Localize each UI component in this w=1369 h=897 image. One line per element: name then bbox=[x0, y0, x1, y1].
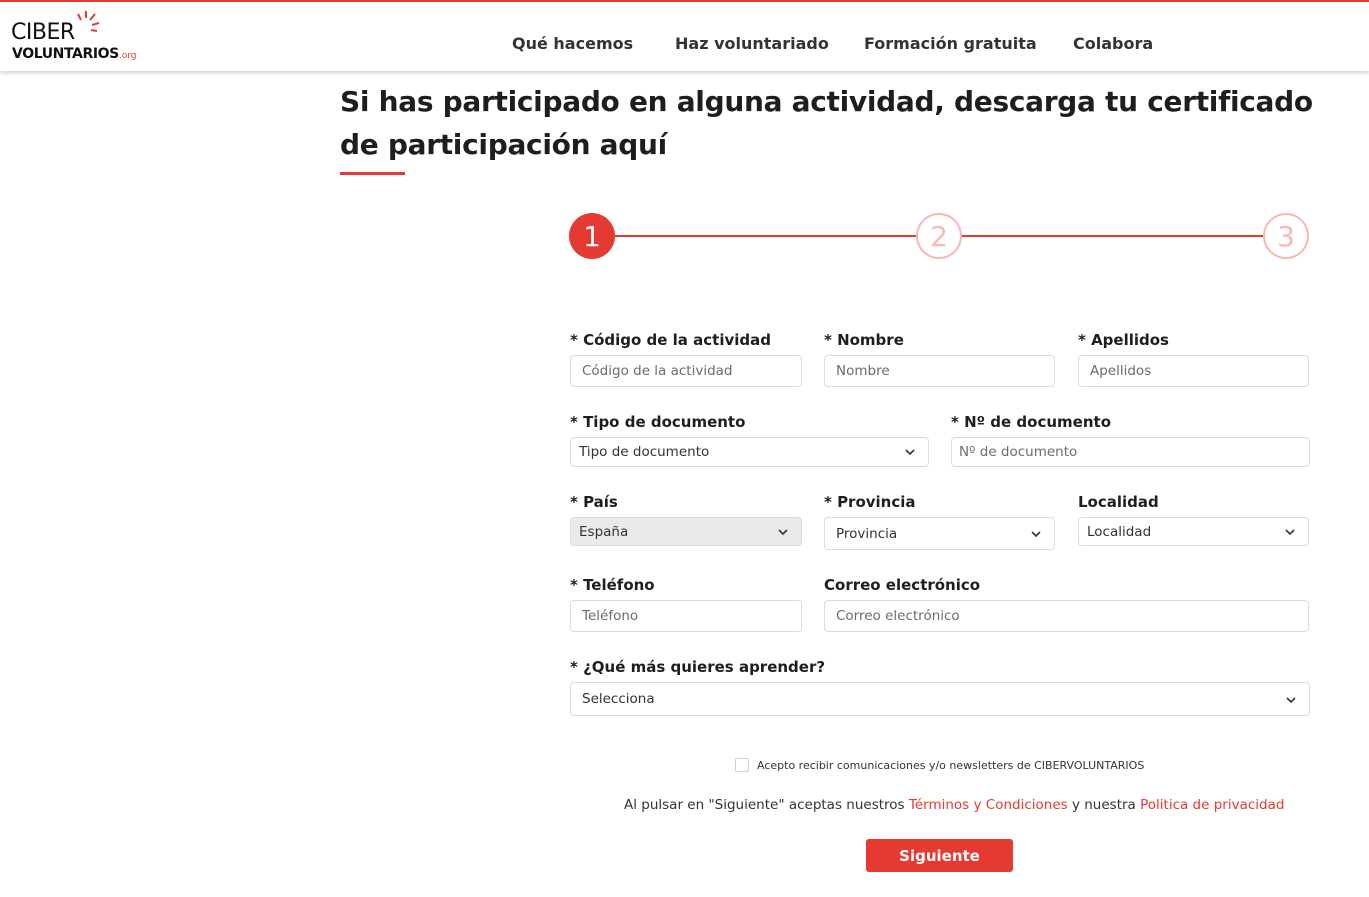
codigo-label: * Código de la actividad bbox=[570, 331, 771, 349]
privacy-link[interactable]: Politica de privacidad bbox=[1140, 797, 1284, 813]
siguiente-button[interactable]: Siguiente bbox=[866, 839, 1013, 872]
terms-middle: y nuestra bbox=[1067, 797, 1141, 813]
nav-haz-voluntariado[interactable]: Haz voluntariado bbox=[675, 34, 829, 53]
num-documento-input[interactable] bbox=[959, 444, 1309, 460]
correo-field[interactable] bbox=[824, 600, 1309, 632]
telefono-input[interactable] bbox=[582, 608, 801, 624]
tipo-documento-select[interactable]: Tipo de documento bbox=[570, 437, 929, 467]
step-2-indicator: 2 bbox=[916, 213, 962, 259]
codigo-field[interactable] bbox=[570, 355, 802, 387]
logo-text-top: CIBER bbox=[11, 20, 75, 45]
chevron-down-icon bbox=[778, 529, 788, 536]
aprender-select[interactable]: Selecciona bbox=[570, 682, 1310, 716]
num-documento-label: * Nº de documento bbox=[951, 413, 1112, 431]
num-documento-field[interactable] bbox=[951, 437, 1310, 467]
correo-input[interactable] bbox=[836, 608, 1308, 624]
pais-select[interactable]: España bbox=[570, 517, 802, 546]
nombre-input[interactable] bbox=[836, 363, 1054, 379]
tipo-documento-value: Tipo de documento bbox=[579, 444, 710, 460]
codigo-input[interactable] bbox=[582, 363, 801, 379]
step-3-indicator: 3 bbox=[1263, 213, 1309, 259]
correo-label: Correo electrónico bbox=[824, 576, 981, 594]
sparkle-rays-icon bbox=[77, 11, 100, 32]
tipo-documento-label: * Tipo de documento bbox=[570, 413, 746, 431]
newsletter-consent: Acepto recibir comunicaciones y/o newsle… bbox=[735, 758, 1144, 772]
nav-formacion-gratuita[interactable]: Formación gratuita bbox=[864, 34, 1037, 53]
provincia-select[interactable]: Provincia bbox=[824, 517, 1055, 550]
localidad-value: Localidad bbox=[1087, 523, 1152, 540]
chevron-down-icon bbox=[905, 449, 915, 456]
logo-text-bottom: VOLUNTARIOS.org bbox=[12, 46, 137, 62]
telefono-label: * Teléfono bbox=[570, 576, 655, 594]
aprender-label: * ¿Qué más quieres aprender? bbox=[570, 658, 826, 676]
newsletter-label: Acepto recibir comunicaciones y/o newsle… bbox=[757, 758, 1145, 772]
telefono-field[interactable] bbox=[570, 600, 802, 632]
newsletter-checkbox[interactable] bbox=[735, 758, 749, 772]
nav-que-hacemos[interactable]: Qué hacemos bbox=[512, 34, 633, 53]
aprender-value: Selecciona bbox=[582, 691, 655, 707]
localidad-label: Localidad bbox=[1078, 493, 1159, 511]
chevron-down-icon bbox=[1285, 529, 1295, 536]
nombre-label: * Nombre bbox=[824, 331, 904, 349]
nav-colabora[interactable]: Colabora bbox=[1073, 34, 1153, 53]
apellidos-label: * Apellidos bbox=[1078, 331, 1169, 349]
terms-link[interactable]: Términos y Condiciones bbox=[909, 797, 1068, 813]
step-1-indicator: 1 bbox=[569, 213, 615, 259]
title-underline bbox=[340, 172, 405, 175]
logo-org-suffix: .org bbox=[118, 51, 137, 61]
pais-label: * País bbox=[570, 493, 618, 511]
terms-notice: Al pulsar en "Siguiente" aceptas nuestro… bbox=[624, 797, 1284, 813]
stepper-connector-1 bbox=[614, 235, 918, 237]
apellidos-input[interactable] bbox=[1090, 363, 1308, 379]
chevron-down-icon bbox=[1031, 531, 1041, 538]
localidad-select[interactable]: Localidad bbox=[1078, 517, 1309, 546]
provincia-value: Provincia bbox=[836, 525, 898, 542]
chevron-down-icon bbox=[1286, 697, 1296, 704]
pais-value: España bbox=[579, 523, 629, 540]
page-title: Si has participado en alguna actividad, … bbox=[340, 85, 1313, 161]
site-header: CIBER VOLUNTARIOS.org Qué hacemos Haz vo… bbox=[0, 0, 1369, 71]
stepper-connector-2 bbox=[961, 235, 1265, 237]
terms-prefix: Al pulsar en "Siguiente" aceptas nuestro… bbox=[624, 797, 909, 813]
apellidos-field[interactable] bbox=[1078, 355, 1309, 387]
nombre-field[interactable] bbox=[824, 355, 1055, 387]
provincia-label: * Provincia bbox=[824, 493, 916, 511]
